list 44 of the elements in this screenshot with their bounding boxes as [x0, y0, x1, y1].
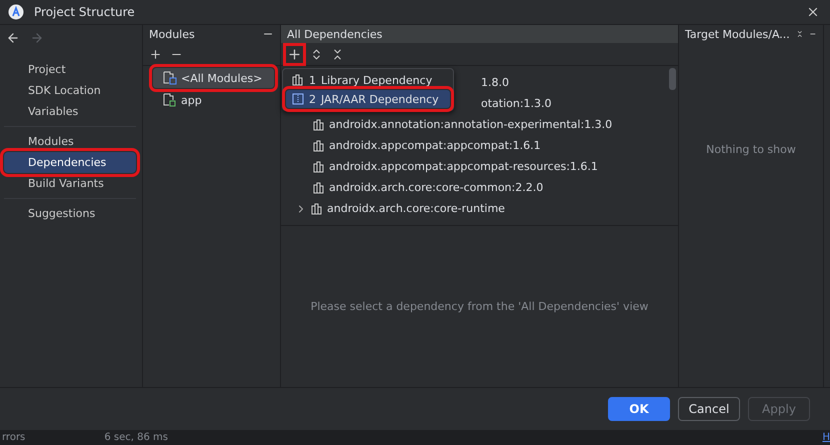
nav-item[interactable]: Suggestions — [4, 203, 136, 224]
nav-item[interactable]: Project — [4, 59, 136, 80]
empty-message: Please select a dependency from the 'All Dependencies' view — [310, 300, 648, 313]
menu-item[interactable]: 2 JAR/AAR Dependency — [286, 90, 450, 108]
dialog-button[interactable]: Cancel — [678, 397, 740, 421]
archive-icon — [292, 93, 304, 105]
empty-message: Nothing to show — [706, 143, 796, 156]
dialog-button[interactable]: OK — [608, 397, 670, 421]
library-icon — [313, 140, 325, 152]
window-title: Project Structure — [34, 5, 136, 19]
dependency-item[interactable]: androidx.arch.core:core-common:2.2.0 — [329, 181, 544, 194]
scrollbar[interactable] — [669, 68, 676, 90]
library-icon — [313, 160, 325, 172]
dependency-item[interactable]: androidx.annotation:annotation-experimental:1.3.0 — [329, 118, 612, 131]
dependency-item[interactable]: otation:1.3.0 — [481, 97, 552, 110]
library-icon — [292, 74, 304, 86]
library-icon — [313, 118, 325, 130]
dependency-item[interactable]: androidx.arch.core:core-runtime — [327, 202, 505, 215]
library-icon — [313, 182, 325, 194]
back-icon[interactable] — [6, 31, 20, 45]
module-item[interactable]: <All Modules> — [153, 68, 274, 88]
module-icon — [163, 93, 177, 107]
collapse-all-icon[interactable] — [796, 28, 804, 40]
panel-title: Modules — [149, 28, 196, 40]
nav-item[interactable]: Dependencies — [4, 152, 136, 173]
library-icon — [311, 202, 323, 214]
module-item[interactable]: app — [153, 90, 274, 110]
duration-text: 6 sec, 86 ms — [104, 432, 168, 443]
dependency-item[interactable]: androidx.appcompat:appcompat-resources:1.6.1 — [329, 160, 598, 173]
nav-item[interactable]: Build Variants — [4, 173, 136, 194]
dependency-item[interactable]: 1.8.0 — [481, 76, 509, 89]
add-icon[interactable] — [149, 48, 162, 60]
link[interactable]: H — [822, 432, 830, 443]
nav-item[interactable]: Variables — [4, 101, 136, 122]
nav-item[interactable]: Modules — [4, 131, 136, 152]
panel-title: All Dependencies — [287, 28, 384, 40]
status-text: rrors — [2, 432, 26, 443]
panel-title: Target Modules/A... — [685, 28, 790, 40]
nav-item[interactable]: SDK Location — [4, 80, 136, 101]
close-icon[interactable] — [806, 5, 820, 19]
module-group-icon — [163, 71, 177, 85]
dependency-item[interactable]: androidx.appcompat:appcompat:1.6.1 — [329, 139, 541, 152]
menu-item[interactable]: 1 Library Dependency — [286, 71, 450, 89]
app-logo-icon — [8, 4, 24, 20]
